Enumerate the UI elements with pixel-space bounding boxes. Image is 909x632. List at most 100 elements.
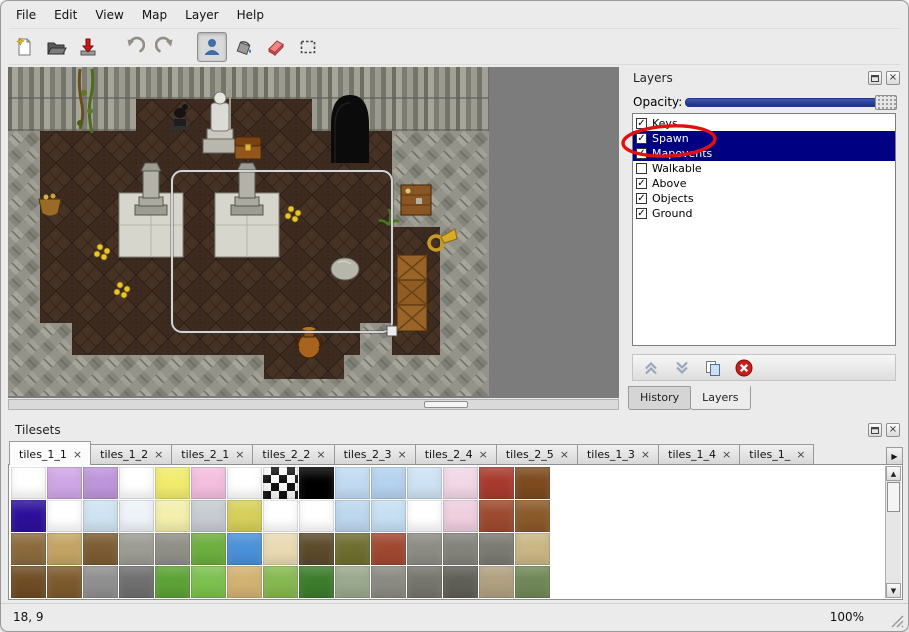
tile[interactable] (371, 500, 406, 532)
tile[interactable] (11, 467, 46, 499)
tile[interactable] (479, 500, 514, 532)
tab-close-icon[interactable]: × (316, 450, 325, 459)
tile[interactable] (155, 566, 190, 598)
tile[interactable] (407, 500, 442, 532)
layer-row-ground[interactable]: ✓Ground (633, 206, 895, 221)
layer-visibility-checkbox[interactable]: ✓ (636, 208, 647, 219)
tile[interactable] (263, 566, 298, 598)
tile[interactable] (83, 500, 118, 532)
tab-close-icon[interactable]: × (796, 450, 805, 459)
tile[interactable] (479, 566, 514, 598)
tileset-tab-tiles_1_4[interactable]: tiles_1_4× (658, 444, 740, 465)
tile[interactable] (119, 500, 154, 532)
layer-row-mapevents[interactable]: ✓Mapevents (633, 146, 895, 161)
palette-scrollbar[interactable]: ▲ ▼ (885, 466, 901, 598)
tile[interactable] (299, 467, 334, 499)
tile[interactable] (83, 467, 118, 499)
close-panel-button[interactable]: × (886, 423, 900, 437)
tile[interactable] (155, 467, 190, 499)
tile[interactable] (191, 566, 226, 598)
tab-close-icon[interactable]: × (641, 450, 650, 459)
delete-layer-button[interactable] (733, 357, 755, 379)
tile[interactable] (47, 533, 82, 565)
tile[interactable] (515, 467, 550, 499)
tile[interactable] (119, 467, 154, 499)
tile[interactable] (191, 533, 226, 565)
tile[interactable] (335, 533, 370, 565)
opacity-slider[interactable] (685, 98, 897, 107)
tile[interactable] (119, 533, 154, 565)
palette-scrollbar-thumb[interactable] (887, 482, 900, 512)
tab-close-icon[interactable]: × (560, 450, 569, 459)
open-file-button[interactable] (41, 32, 71, 62)
layer-visibility-checkbox[interactable]: ✓ (636, 178, 647, 189)
tileset-tab-tiles_2_1[interactable]: tiles_2_1× (171, 444, 253, 465)
tileset-tab-tiles_1_3[interactable]: tiles_1_3× (577, 444, 659, 465)
tile[interactable] (263, 467, 298, 499)
tile[interactable] (155, 500, 190, 532)
layer-row-above[interactable]: ✓Above (633, 176, 895, 191)
tileset-tab-tiles_2_3[interactable]: tiles_2_3× (334, 444, 416, 465)
tile[interactable] (47, 467, 82, 499)
float-panel-button[interactable] (868, 423, 882, 437)
layer-row-walkable[interactable]: Walkable (633, 161, 895, 176)
tab-close-icon[interactable]: × (154, 450, 163, 459)
tile[interactable] (155, 533, 190, 565)
tile[interactable] (407, 533, 442, 565)
tile[interactable] (515, 533, 550, 565)
fill-tool-button[interactable] (229, 32, 259, 62)
tile[interactable] (335, 500, 370, 532)
menu-item-help[interactable]: Help (228, 5, 273, 25)
tile[interactable] (263, 500, 298, 532)
tile[interactable] (515, 566, 550, 598)
tile[interactable] (227, 467, 262, 499)
layer-row-keys[interactable]: ✓Keys (633, 116, 895, 131)
tile[interactable] (299, 566, 334, 598)
map-scrollbar-thumb[interactable] (424, 401, 468, 408)
undo-button[interactable] (119, 32, 149, 62)
panel-tab-history[interactable]: History (628, 386, 691, 410)
redo-button[interactable] (151, 32, 181, 62)
tile[interactable] (83, 533, 118, 565)
menu-item-file[interactable]: File (7, 5, 45, 25)
tileset-tab-tiles_2_2[interactable]: tiles_2_2× (252, 444, 334, 465)
tab-close-icon[interactable]: × (479, 450, 488, 459)
tile[interactable] (11, 533, 46, 565)
tab-close-icon[interactable]: × (722, 450, 731, 459)
layer-visibility-checkbox[interactable]: ✓ (636, 148, 647, 159)
menu-item-layer[interactable]: Layer (176, 5, 227, 25)
tile[interactable] (443, 533, 478, 565)
scroll-down-button[interactable]: ▼ (886, 583, 901, 598)
tile[interactable] (515, 500, 550, 532)
move-layer-down-button[interactable] (671, 357, 693, 379)
map-canvas[interactable] (8, 67, 489, 396)
new-file-button[interactable] (9, 32, 39, 62)
menu-item-map[interactable]: Map (133, 5, 176, 25)
stamp-tool-button[interactable] (197, 32, 227, 62)
tile[interactable] (227, 566, 262, 598)
tile[interactable] (335, 467, 370, 499)
map-viewport[interactable] (8, 67, 619, 398)
tile[interactable] (443, 500, 478, 532)
tile[interactable] (263, 533, 298, 565)
tile[interactable] (83, 566, 118, 598)
tile[interactable] (407, 566, 442, 598)
close-panel-button[interactable]: × (886, 71, 900, 85)
scroll-up-button[interactable]: ▲ (886, 466, 901, 481)
tile[interactable] (227, 500, 262, 532)
tile[interactable] (335, 566, 370, 598)
tile[interactable] (479, 533, 514, 565)
tileset-tab-tiles_1_2[interactable]: tiles_1_2× (90, 444, 172, 465)
layer-visibility-checkbox[interactable]: ✓ (636, 193, 647, 204)
tile[interactable] (299, 500, 334, 532)
tileset-tab-tiles_2_5[interactable]: tiles_2_5× (496, 444, 578, 465)
tile[interactable] (119, 566, 154, 598)
duplicate-layer-button[interactable] (702, 357, 724, 379)
tile[interactable] (371, 467, 406, 499)
tile[interactable] (407, 467, 442, 499)
tab-close-icon[interactable]: × (73, 450, 82, 459)
select-region-tool-button[interactable] (293, 32, 323, 62)
tileset-tab-tiles_1_[interactable]: tiles_1_× (739, 444, 814, 465)
save-file-button[interactable] (73, 32, 103, 62)
panel-tab-layers[interactable]: Layers (690, 386, 750, 410)
